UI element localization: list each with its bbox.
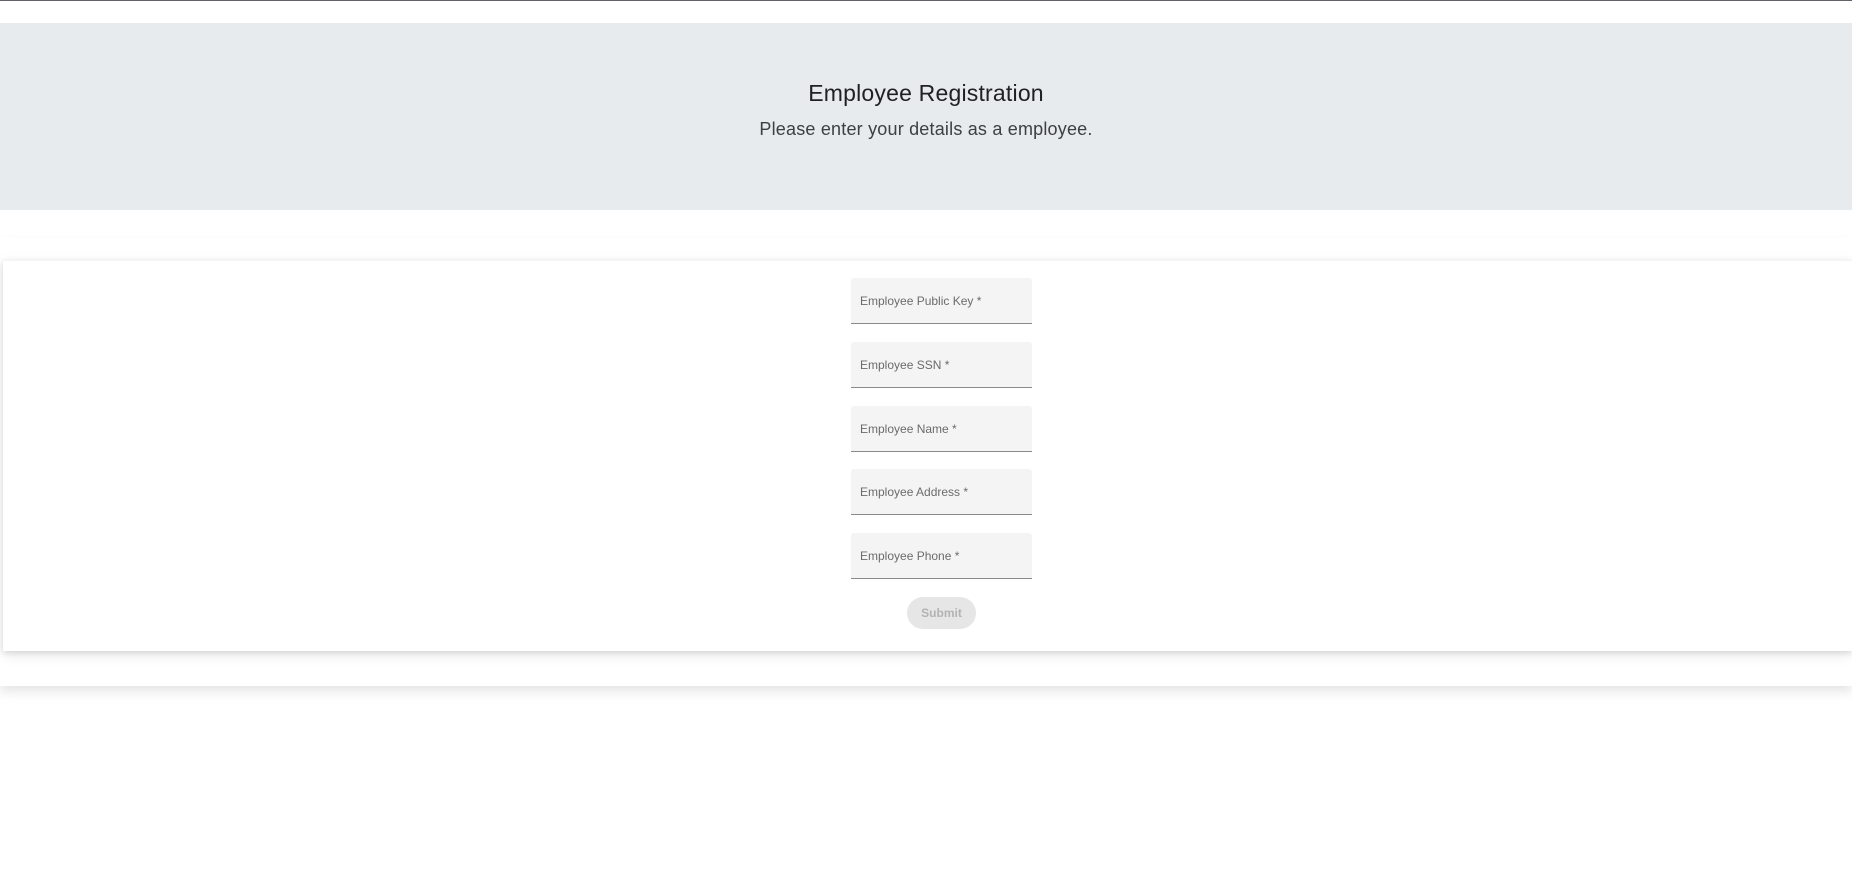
employee-address-input[interactable] — [851, 469, 1032, 514]
page-header: Employee Registration Please enter your … — [0, 23, 1852, 210]
page-title: Employee Registration — [808, 80, 1044, 106]
employee-address-field[interactable] — [851, 469, 1032, 515]
employee-phone-input[interactable] — [851, 533, 1032, 578]
employee-ssn-input[interactable] — [851, 342, 1032, 387]
employee-phone-field[interactable] — [851, 533, 1032, 579]
employee-name-input[interactable] — [851, 406, 1032, 451]
page-subtitle: Please enter your details as a employee. — [759, 119, 1093, 139]
employee-public-key-input[interactable] — [851, 278, 1032, 323]
employee-ssn-field[interactable] — [851, 342, 1032, 388]
employee-name-field[interactable] — [851, 406, 1032, 452]
employee-public-key-field[interactable] — [851, 278, 1032, 324]
top-divider — [0, 0, 1852, 1]
submit-button[interactable]: Submit — [907, 597, 976, 629]
